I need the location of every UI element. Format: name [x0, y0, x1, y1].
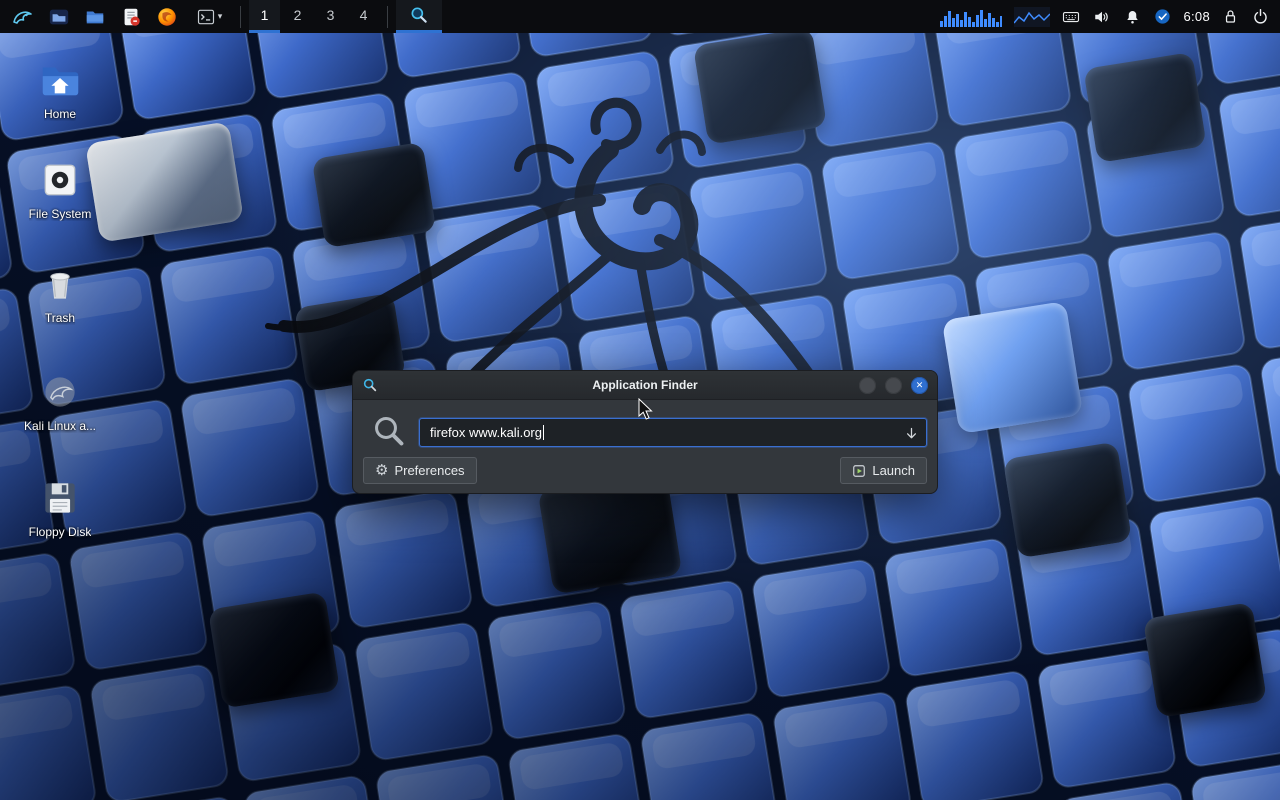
workspace-2[interactable]: 2 — [282, 0, 313, 33]
file-manager-dark-icon — [48, 6, 70, 28]
preferences-button-label: Preferences — [394, 463, 464, 478]
launch-icon — [852, 464, 866, 478]
system-tray: 6:08 — [939, 7, 1274, 27]
folder-icon — [84, 6, 106, 28]
search-input[interactable]: firefox www.kali.org — [419, 418, 927, 447]
keyboard-icon[interactable] — [1061, 8, 1081, 26]
dialog-body: firefox www.kali.org ⚙ Preferences Launc… — [353, 400, 937, 493]
window-titlebar[interactable]: Application Finder ✕ — [353, 371, 937, 400]
desktop-icon-label: Floppy Disk — [29, 525, 92, 539]
file-manager-launcher[interactable] — [42, 0, 76, 33]
gear-icon: ⚙ — [375, 463, 388, 478]
text-editor-launcher[interactable] — [114, 0, 148, 33]
workspace-1-label: 1 — [261, 7, 269, 23]
minimize-button[interactable] — [859, 377, 876, 394]
terminal-launcher[interactable]: ▾ — [186, 0, 232, 33]
preferences-button[interactable]: ⚙ Preferences — [363, 457, 477, 484]
dropdown-arrow-icon[interactable] — [903, 425, 920, 442]
desktop-icon-file-system[interactable]: File System — [5, 158, 115, 221]
floppy-icon — [38, 476, 82, 520]
panel-separator — [240, 6, 241, 28]
firefox-launcher[interactable] — [150, 0, 184, 33]
desktop-icon-label: File System — [29, 207, 92, 221]
workspace-4[interactable]: 4 — [348, 0, 379, 33]
desktop-icon-label: Home — [44, 107, 76, 121]
close-icon: ✕ — [916, 381, 924, 390]
desktop-icon-label: Trash — [45, 311, 75, 325]
desktop-icon-floppy[interactable]: Floppy Disk — [5, 476, 115, 539]
desktop-icon-kali-docs[interactable]: Kali Linux a... — [5, 370, 115, 433]
terminal-icon — [196, 7, 216, 27]
application-finder-window-icon — [362, 377, 378, 393]
desktop-icon-home[interactable]: Home — [5, 56, 115, 121]
drive-icon — [38, 158, 82, 202]
workspace-4-label: 4 — [360, 7, 368, 23]
launch-button[interactable]: Launch — [840, 457, 927, 484]
folder-launcher[interactable] — [78, 0, 112, 33]
lock-icon[interactable] — [1221, 7, 1240, 26]
top-panel: ▾ 1 2 3 4 — [0, 0, 1280, 33]
kali-menu-icon — [11, 5, 35, 29]
text-editor-icon — [120, 6, 142, 28]
home-folder-icon — [37, 56, 83, 102]
desktop-icon-label: Kali Linux a... — [24, 419, 96, 433]
window-title: Application Finder — [353, 378, 937, 392]
clock[interactable]: 6:08 — [1183, 9, 1210, 24]
launch-button-label: Launch — [872, 463, 915, 478]
applications-menu-button[interactable] — [6, 0, 40, 33]
volume-icon[interactable] — [1092, 8, 1112, 26]
audio-visualizer[interactable] — [939, 7, 1003, 27]
kali-docs-icon — [38, 370, 82, 414]
workspace-3-label: 3 — [327, 7, 335, 23]
taskbar-application-finder[interactable] — [396, 0, 442, 33]
window-controls: ✕ — [859, 377, 928, 394]
desktop-icon-trash[interactable]: Trash — [5, 262, 115, 325]
notifications-icon[interactable] — [1123, 8, 1142, 26]
updates-icon[interactable] — [1153, 7, 1172, 26]
application-finder-icon — [409, 5, 429, 25]
search-input-value: firefox www.kali.org — [430, 425, 542, 440]
maximize-button[interactable] — [885, 377, 902, 394]
application-finder-window: Application Finder ✕ firefox www.kali.or… — [352, 370, 938, 494]
workspace-3[interactable]: 3 — [315, 0, 346, 33]
firefox-icon — [156, 6, 178, 28]
trash-icon — [38, 262, 82, 306]
workspace-1[interactable]: 1 — [249, 0, 280, 33]
search-icon — [371, 413, 407, 449]
close-button[interactable]: ✕ — [911, 377, 928, 394]
power-icon[interactable] — [1251, 7, 1270, 26]
workspace-2-label: 2 — [294, 7, 302, 23]
text-caret — [543, 425, 544, 440]
chevron-down-icon: ▾ — [218, 11, 223, 22]
cpu-graph[interactable] — [1014, 7, 1050, 27]
panel-separator — [387, 6, 388, 28]
